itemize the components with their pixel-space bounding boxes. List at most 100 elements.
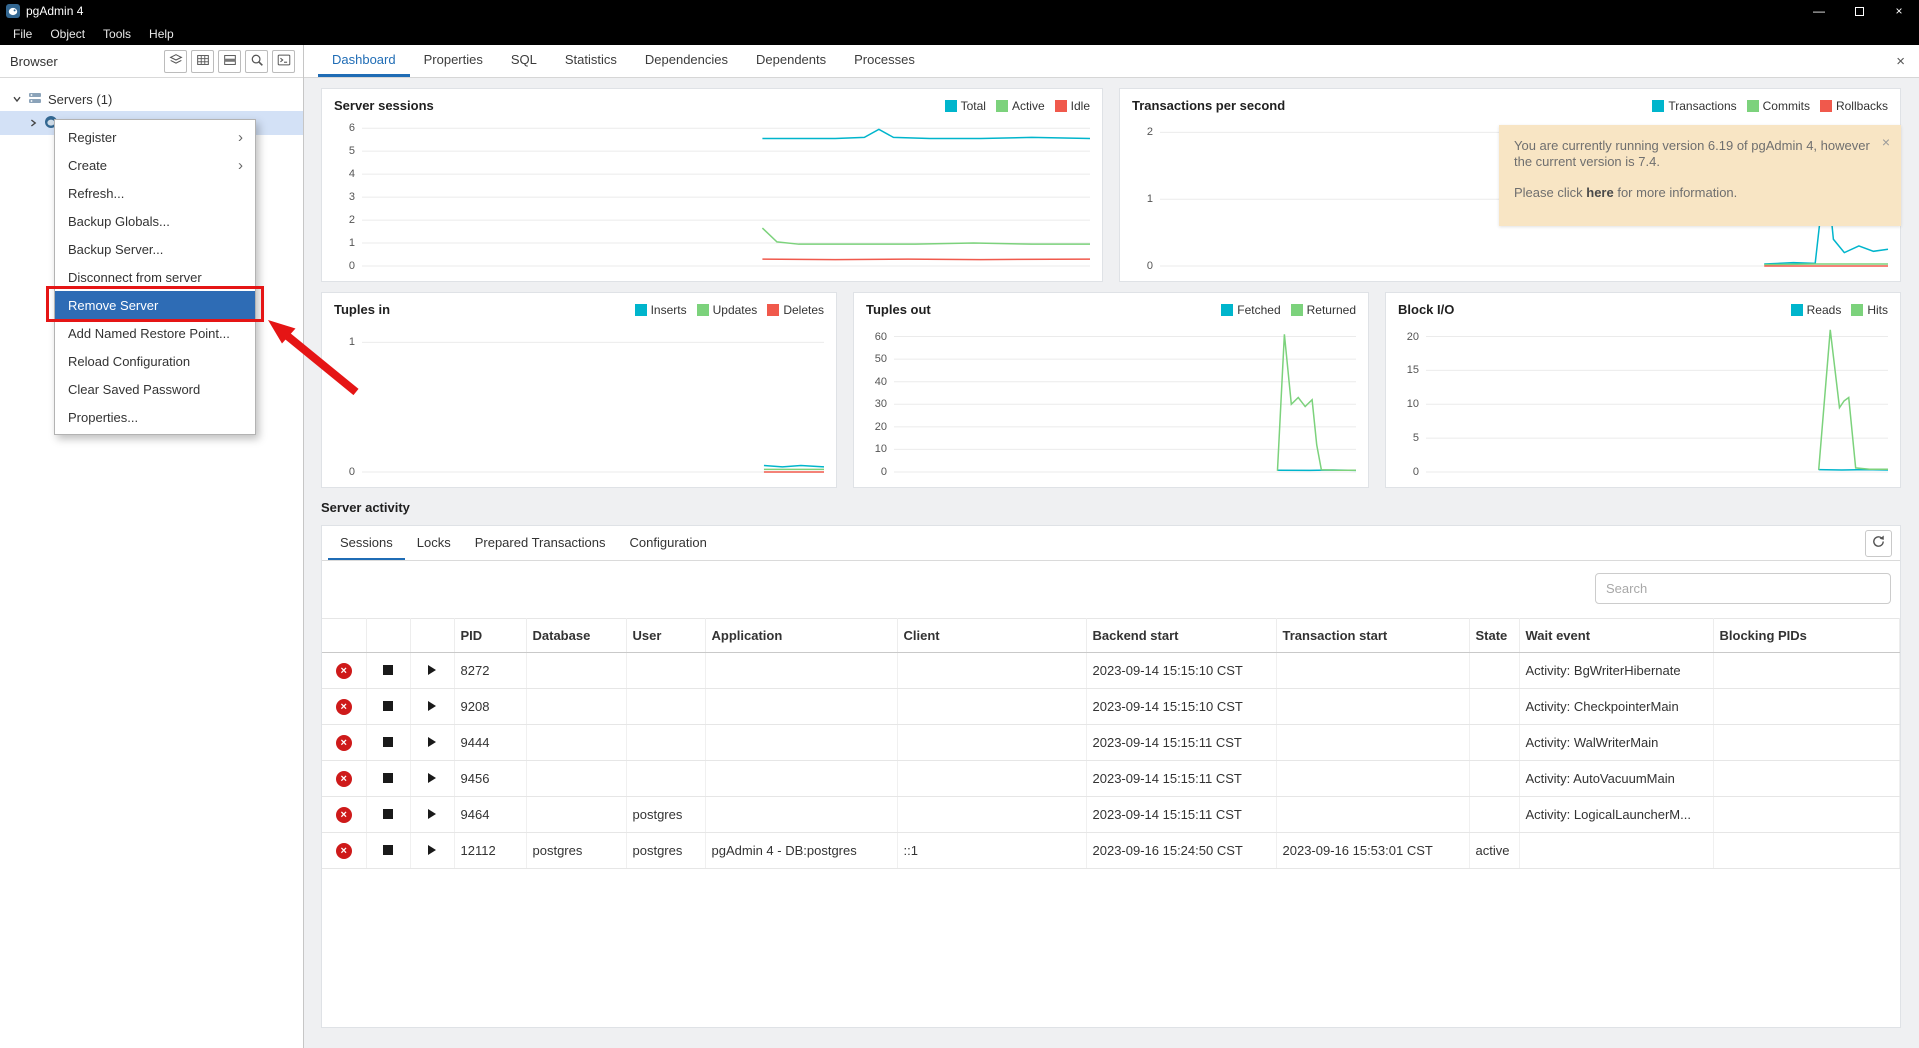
close-button-icon[interactable]: ×: [1879, 0, 1919, 22]
tab-dashboard[interactable]: Dashboard: [318, 45, 410, 77]
cell-blocking_pids: [1713, 833, 1900, 869]
y-tick-label: 60: [875, 331, 887, 343]
cancel-session-icon[interactable]: ×: [336, 663, 352, 679]
terminate-session-icon[interactable]: [383, 665, 393, 675]
menubar: FileObjectToolsHelp: [0, 22, 1919, 45]
activity-tab-sessions[interactable]: Sessions: [328, 526, 405, 560]
context-menu-item-clear-saved-password[interactable]: Clear Saved Password: [55, 375, 255, 403]
terminal-button[interactable]: [272, 50, 295, 73]
context-menu-item-disconnect-from-server[interactable]: Disconnect from server: [55, 263, 255, 291]
plot-area: [894, 323, 1356, 472]
expand-details-icon[interactable]: [428, 809, 436, 819]
activity-tab-configuration[interactable]: Configuration: [618, 526, 719, 560]
pgadmin-window: pgAdmin 4 — × FileObjectToolsHelp Browse…: [0, 0, 1919, 1048]
cancel-cell: ×: [322, 725, 366, 761]
context-menu-item-reload-configuration[interactable]: Reload Configuration: [55, 347, 255, 375]
tab-processes[interactable]: Processes: [840, 45, 929, 77]
column-header-state[interactable]: State: [1469, 619, 1519, 653]
tabbar-close-icon[interactable]: ×: [1882, 53, 1919, 70]
filtered-rows-button[interactable]: [218, 50, 241, 73]
y-tick-label: 0: [881, 466, 887, 478]
context-menu-item-backup-server[interactable]: Backup Server...: [55, 235, 255, 263]
submenu-arrow-icon: ›: [238, 129, 243, 146]
terminate-cell: [366, 689, 410, 725]
terminate-session-icon[interactable]: [383, 701, 393, 711]
column-header-database[interactable]: Database: [526, 619, 626, 653]
update-link[interactable]: here: [1586, 185, 1613, 200]
column-header-blocking-pids[interactable]: Blocking PIDs: [1713, 619, 1900, 653]
tab-properties[interactable]: Properties: [410, 45, 497, 77]
cell-user: postgres: [626, 797, 705, 833]
search-button[interactable]: [245, 50, 268, 73]
servers-group-icon: [28, 91, 42, 108]
tree-item-servers[interactable]: Servers (1): [0, 87, 303, 111]
column-header-application[interactable]: Application: [705, 619, 897, 653]
terminate-session-icon[interactable]: [383, 773, 393, 783]
session-row: ×94562023-09-14 15:15:11 CSTActivity: Au…: [322, 761, 1900, 797]
legend-swatch-icon: [767, 304, 779, 316]
cell-database: [526, 797, 626, 833]
menubar-item-help[interactable]: Help: [140, 24, 183, 44]
expand-details-icon[interactable]: [428, 845, 436, 855]
column-header-wait-event[interactable]: Wait event: [1519, 619, 1713, 653]
legend-commits: Commits: [1747, 99, 1810, 113]
context-menu-item-remove-server[interactable]: Remove Server: [55, 291, 255, 319]
expand-details-icon[interactable]: [428, 737, 436, 747]
context-menu-item-add-named-restore-point[interactable]: Add Named Restore Point...: [55, 319, 255, 347]
column-header-pid[interactable]: PID: [454, 619, 526, 653]
context-menu-item-label: Backup Server...: [68, 242, 163, 257]
y-tick-label: 2: [1147, 126, 1153, 138]
cancel-session-icon[interactable]: ×: [336, 699, 352, 715]
expand-details-icon[interactable]: [428, 665, 436, 675]
minimize-button-icon[interactable]: —: [1799, 0, 1839, 22]
tab-sql[interactable]: SQL: [497, 45, 551, 77]
expand-details-icon[interactable]: [428, 773, 436, 783]
cancel-cell: ×: [322, 761, 366, 797]
context-menu-item-refresh[interactable]: Refresh...: [55, 179, 255, 207]
expand-details-icon[interactable]: [428, 701, 436, 711]
cell-client: [897, 797, 1086, 833]
column-header-client[interactable]: Client: [897, 619, 1086, 653]
cancel-session-icon[interactable]: ×: [336, 807, 352, 823]
context-menu-item-backup-globals[interactable]: Backup Globals...: [55, 207, 255, 235]
layers-button[interactable]: [164, 50, 187, 73]
legend-swatch-icon: [1055, 100, 1067, 112]
context-menu-item-create[interactable]: Create›: [55, 151, 255, 179]
y-tick-label: 0: [349, 260, 355, 272]
cancel-session-icon[interactable]: ×: [336, 735, 352, 751]
context-menu-item-properties[interactable]: Properties...: [55, 403, 255, 431]
terminate-session-icon[interactable]: [383, 809, 393, 819]
menubar-item-tools[interactable]: Tools: [94, 24, 140, 44]
tab-statistics[interactable]: Statistics: [551, 45, 631, 77]
filtered-rows-icon: [222, 52, 238, 71]
cancel-session-icon[interactable]: ×: [336, 843, 352, 859]
maximize-button-icon[interactable]: [1839, 0, 1879, 22]
refresh-button[interactable]: [1865, 530, 1892, 557]
notification-text-suffix: for more information.: [1614, 185, 1738, 200]
column-header-user[interactable]: User: [626, 619, 705, 653]
legend: ReadsHits: [1791, 303, 1888, 317]
y-tick-label: 1: [349, 336, 355, 348]
column-header-backend-start[interactable]: Backend start: [1086, 619, 1276, 653]
terminate-session-icon[interactable]: [383, 845, 393, 855]
activity-tab-prepared-transactions[interactable]: Prepared Transactions: [463, 526, 618, 560]
menubar-item-object[interactable]: Object: [41, 24, 94, 44]
tab-dependencies[interactable]: Dependencies: [631, 45, 742, 77]
notification-text-2: Please click here for more information.: [1514, 185, 1871, 201]
cell-state: [1469, 797, 1519, 833]
expand-cell: [410, 761, 454, 797]
tab-dependents[interactable]: Dependents: [742, 45, 840, 77]
cell-user: [626, 689, 705, 725]
terminate-session-icon[interactable]: [383, 737, 393, 747]
column-header-transaction-start[interactable]: Transaction start: [1276, 619, 1469, 653]
cancel-session-icon[interactable]: ×: [336, 771, 352, 787]
notification-close-icon[interactable]: ×: [1882, 134, 1890, 152]
legend: InsertsUpdatesDeletes: [635, 303, 824, 317]
search-input[interactable]: [1595, 573, 1891, 604]
context-menu-item-register[interactable]: Register›: [55, 123, 255, 151]
grid-button[interactable]: [191, 50, 214, 73]
cell-wait_event: Activity: LogicalLauncherM...: [1519, 797, 1713, 833]
activity-tab-locks[interactable]: Locks: [405, 526, 463, 560]
y-tick-label: 50: [875, 353, 887, 365]
menubar-item-file[interactable]: File: [4, 24, 41, 44]
